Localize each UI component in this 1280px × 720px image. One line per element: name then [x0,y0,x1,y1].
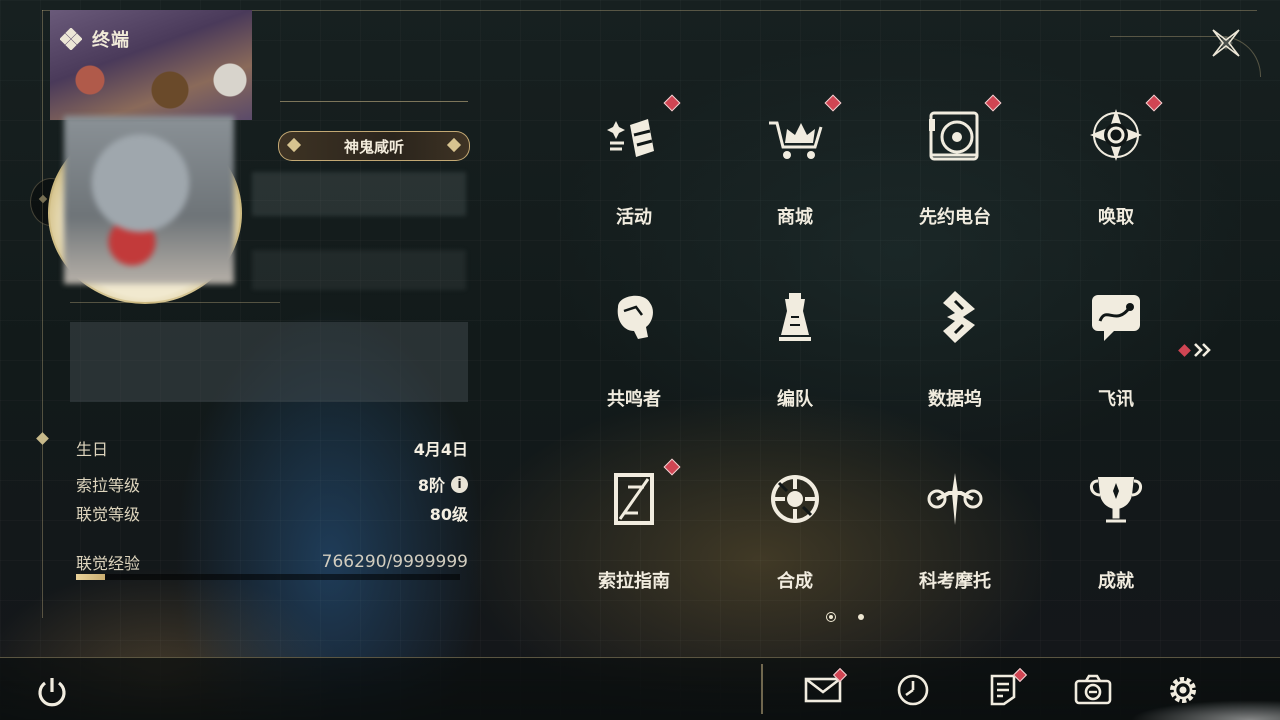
notification-badge [663,458,681,476]
tile-label: 活动 [616,207,652,228]
app-title: 终端 [92,30,130,51]
activity-icon [607,119,654,157]
stat-value: 80级 [429,505,468,524]
tile-label: 共鸣者 [607,389,661,410]
tile-label: 成就 [1098,571,1134,592]
tile-team[interactable]: 编队 [715,277,875,437]
stat-value: 4月4日 [413,440,468,459]
stat-label: 索拉等级 [76,476,141,495]
chat-icon [1092,295,1140,341]
tile-chat[interactable]: 飞讯 [1036,277,1196,437]
union-exp-progress-bar [76,574,460,580]
union-exp-progress-fill [76,574,106,580]
stat-union-exp: 联觉经验 766290/9999999 [76,550,468,574]
tile-radio[interactable]: 先约电台 [875,94,1035,255]
notice-button[interactable] [983,667,1028,710]
page-indicator [826,612,864,622]
stat-union-level: 联觉等级 80级 [76,501,468,525]
tile-label: 数据坞 [928,389,982,410]
avatar[interactable] [64,116,234,284]
profile-divider [70,302,280,303]
mail-button[interactable] [803,667,848,710]
page-dot-1[interactable] [826,612,836,622]
guide-icon [614,473,654,525]
notification-badge [984,94,1002,112]
tile-convene[interactable]: 唤取 [1036,94,1196,255]
close-button[interactable] [1205,22,1247,64]
tile-label: 科考摩托 [919,571,991,592]
stat-value: 766290/9999999 [321,552,468,572]
stat-value: 8阶 i [418,472,468,496]
signature-box[interactable] [70,322,468,402]
tile-synthesis[interactable]: 合成 [715,459,875,619]
achievement-icon [1090,477,1142,523]
tile-data-dock[interactable]: 数据坞 [875,277,1035,437]
stat-label: 联觉等级 [76,505,141,524]
shop-icon [769,121,823,159]
bottom-right-glow [1130,700,1280,720]
tile-guide[interactable]: 索拉指南 [554,458,714,619]
convene-icon [1090,109,1142,161]
data-dock-icon [943,291,975,343]
frame-marker-dot [36,432,49,445]
tile-label: 唤取 [1098,207,1134,228]
camera-icon [1074,674,1112,705]
terminal-screen: 终端 神鬼咸听 生日 4月4日 索拉等级 8阶 i 联觉等级 80级 联觉经验 … [0,0,1280,720]
power-icon [38,678,66,707]
stat-label: 联觉经验 [76,554,141,573]
clock-button[interactable] [893,670,933,710]
next-page-button[interactable] [1178,340,1220,360]
mail-icon [804,677,842,703]
tile-activity[interactable]: 活动 [554,94,714,255]
tile-shop[interactable]: 商城 [715,94,875,255]
notice-icon [990,674,1016,706]
title-badge-label: 神鬼咸听 [343,137,404,156]
double-chevron-right-icon [1194,343,1211,357]
synthesis-icon [771,475,819,523]
tile-resonator[interactable]: 共鸣者 [554,277,714,437]
title-badge[interactable]: 神鬼咸听 [278,131,470,161]
title-badge-gem-icon [286,137,302,153]
close-icon [1212,29,1240,57]
title-badge-gem-icon [446,137,462,153]
tile-label: 商城 [777,207,813,228]
notification-badge [1178,343,1191,357]
page-dot-2[interactable] [858,614,864,620]
power-button[interactable] [32,672,72,712]
camera-button[interactable] [1073,670,1113,710]
team-icon [779,293,811,341]
radio-icon [929,111,979,161]
stat-label: 生日 [76,440,109,459]
stat-birthday: 生日 4月4日 [76,436,468,460]
notification-badge [824,94,842,112]
motorcycle-icon [927,473,983,525]
tile-motorcycle[interactable]: 科考摩托 [875,459,1035,619]
terminal-logo-icon [60,28,82,50]
sola-level-value: 8阶 [417,476,445,495]
notification-badge [663,94,681,112]
tile-label: 飞讯 [1098,389,1134,410]
resonator-icon [617,295,653,339]
clock-icon [897,674,929,706]
info-icon[interactable]: i [451,475,468,493]
redacted-player-info [252,250,466,290]
notification-badge [1145,94,1163,112]
tile-label: 先约电台 [919,207,991,228]
redacted-player-info [252,172,466,216]
stat-sola-level: 索拉等级 8阶 i [76,472,468,496]
tile-label: 编队 [777,389,813,410]
tile-label: 索拉指南 [598,571,670,592]
player-name-underline [280,101,468,102]
app-header: 终端 [60,26,130,52]
bottom-bar-divider [761,664,763,714]
frame-left-line [42,10,43,618]
tile-achievement[interactable]: 成就 [1036,459,1196,619]
tile-label: 合成 [777,571,813,592]
